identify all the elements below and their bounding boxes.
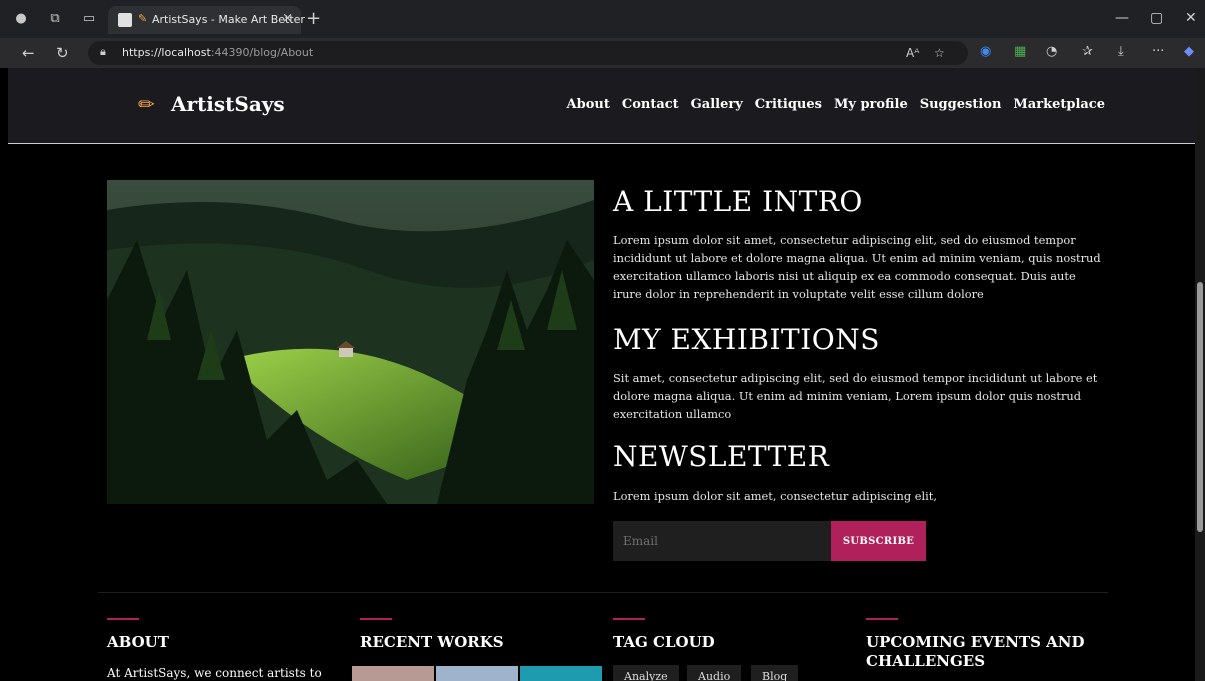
- nav-contact[interactable]: Contact: [622, 97, 679, 112]
- footer-divider: [98, 592, 1108, 593]
- footer-tags-title: TAG CLOUD: [613, 633, 715, 651]
- tag-analyze[interactable]: Analyze: [613, 665, 679, 681]
- restore-button[interactable]: ▢: [1150, 10, 1163, 26]
- url-field[interactable]: 🔒︎ https://localhost:44390/blog/About Aᴬ…: [88, 41, 968, 65]
- forest-landscape-illustration: [107, 180, 594, 504]
- footer-about-title: ABOUT: [107, 633, 169, 651]
- minimize-button[interactable]: —: [1115, 10, 1129, 26]
- workspaces-icon[interactable]: ⧉: [46, 10, 64, 28]
- extension-icon[interactable]: ▦: [1014, 44, 1026, 59]
- tab-actions-icon[interactable]: ▭: [80, 10, 98, 28]
- downloads-icon[interactable]: ⤓: [1118, 44, 1124, 59]
- nav-suggestion[interactable]: Suggestion: [920, 97, 1002, 112]
- footer-events-accent: [866, 618, 898, 620]
- browser-tab-bar: ● ⧉ ▭ ✎ ArtistSays - Make Art Better × +…: [0, 0, 1205, 38]
- recent-work-thumbnail[interactable]: [436, 666, 518, 681]
- copilot-extension-icon[interactable]: ◉: [980, 44, 991, 59]
- recent-work-thumbnail[interactable]: [352, 666, 434, 681]
- favorites-icon[interactable]: ✰: [1082, 44, 1093, 59]
- brand-logo-link[interactable]: ArtistSays: [171, 92, 285, 116]
- new-tab-button[interactable]: +: [306, 8, 321, 29]
- hero-image: [107, 180, 594, 504]
- footer-about-accent: [107, 618, 139, 620]
- exhibitions-text: Sit amet, consectetur adipiscing elit, s…: [613, 371, 1098, 421]
- email-input[interactable]: [613, 521, 831, 561]
- tag-audio[interactable]: Audio: [687, 665, 742, 681]
- back-button[interactable]: ←: [22, 44, 35, 62]
- intro-text: Lorem ipsum dolor sit amet, consectetur …: [613, 233, 1101, 301]
- url-text: https://localhost:44390/blog/About: [122, 46, 314, 59]
- newsletter-heading: NEWSLETTER: [613, 440, 830, 473]
- scrollbar-thumb[interactable]: [1197, 282, 1203, 532]
- nav-my-profile[interactable]: My profile: [834, 97, 908, 112]
- site-header: ✏ ArtistSays About Contact Gallery Criti…: [8, 68, 1195, 144]
- reload-button[interactable]: ↻: [56, 44, 69, 62]
- pencil-logo-icon: ✏: [138, 92, 155, 116]
- exhibitions-heading: MY EXHIBITIONS: [613, 323, 880, 356]
- footer-about-text: At ArtistSays, we connect artists to: [107, 666, 322, 680]
- close-window-button[interactable]: ✕: [1185, 10, 1197, 26]
- pencil-icon: ✎: [138, 12, 148, 25]
- read-aloud-icon[interactable]: Aᴬ: [906, 46, 919, 60]
- browser-essentials-icon[interactable]: ◔: [1046, 44, 1057, 59]
- copilot-icon[interactable]: ◆: [1184, 44, 1194, 59]
- intro-heading: A LITTLE INTRO: [613, 185, 863, 218]
- nav-marketplace[interactable]: Marketplace: [1013, 97, 1105, 112]
- lock-icon[interactable]: 🔒︎: [100, 45, 106, 59]
- nav-about[interactable]: About: [567, 97, 610, 112]
- main-nav: About Contact Gallery Critiques My profi…: [567, 97, 1105, 112]
- nav-gallery[interactable]: Gallery: [691, 97, 743, 112]
- favorite-star-icon[interactable]: ☆: [934, 46, 945, 60]
- tag-blog[interactable]: Blog: [751, 665, 799, 681]
- footer-recent-title: RECENT WORKS: [360, 633, 504, 651]
- nav-critiques[interactable]: Critiques: [755, 97, 822, 112]
- browser-address-bar: ← ↻ 🔒︎ https://localhost:44390/blog/Abou…: [0, 38, 1205, 68]
- newsletter-text: Lorem ipsum dolor sit amet, consectetur …: [613, 489, 937, 503]
- profile-avatar-icon[interactable]: ●: [12, 10, 30, 28]
- settings-more-icon[interactable]: ···: [1152, 44, 1164, 59]
- subscribe-button[interactable]: SUBSCRIBE: [831, 521, 926, 561]
- browser-tab-active[interactable]: ✎ ArtistSays - Make Art Better ×: [108, 6, 305, 34]
- recent-work-thumbnail[interactable]: [520, 666, 602, 681]
- footer-tags-accent: [613, 618, 645, 620]
- footer-events-title: UPCOMING EVENTS AND CHALLENGES: [866, 633, 1085, 670]
- tab-close-icon[interactable]: ×: [282, 11, 293, 26]
- page-favicon-icon: [118, 13, 132, 27]
- footer-recent-accent: [360, 618, 392, 620]
